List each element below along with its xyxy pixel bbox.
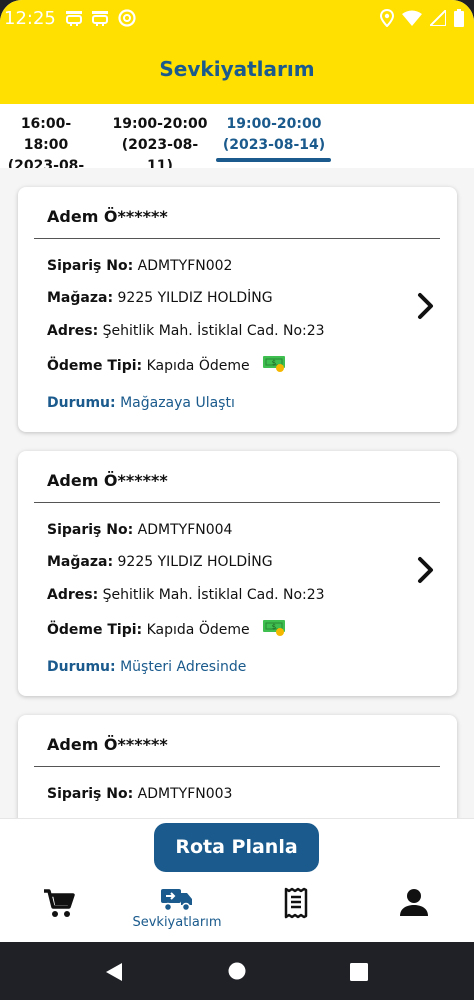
- tab-time: 16:00-18:00: [20, 116, 72, 153]
- receipt-icon: [284, 887, 308, 919]
- recent-apps-icon[interactable]: [350, 963, 368, 981]
- cart-icon: [44, 889, 75, 917]
- signal-icon: [430, 10, 446, 26]
- payment-label: Ödeme Tipi:: [47, 622, 143, 638]
- nav-item-shipments-active[interactable]: Sevkiyatlarım: [118, 887, 236, 930]
- tab-time: 19:00-20:00: [112, 116, 208, 132]
- shipment-list[interactable]: Adem Ö****** Sipariş No: ADMTYFN002 Mağa…: [0, 168, 474, 818]
- status-icons: [380, 9, 464, 27]
- nav-label: Sevkiyatlarım: [132, 915, 222, 930]
- svg-text:$: $: [272, 359, 276, 367]
- store-row: Mağaza: 9225 YILDIZ HOLDİNG: [47, 290, 273, 306]
- address-value: Şehitlik Mah. İstiklal Cad. No:23: [102, 587, 325, 603]
- route-plan-button[interactable]: Rota Planla: [154, 823, 319, 872]
- cash-icon: $: [263, 356, 286, 372]
- store-value: 9225 YILDIZ HOLDİNG: [117, 290, 273, 306]
- location-icon: [380, 9, 394, 27]
- payment-label: Ödeme Tipi:: [47, 358, 143, 374]
- customer-name: Adem Ö******: [47, 735, 168, 754]
- order-no-row: Sipariş No: ADMTYFN002: [47, 258, 232, 274]
- payment-value: Kapıda Ödeme: [146, 358, 250, 374]
- shipment-card[interactable]: Adem Ö****** Sipariş No: ADMTYFN002 Mağa…: [18, 187, 457, 432]
- address-value: Şehitlik Mah. İstiklal Cad. No:23: [102, 323, 325, 339]
- status-label: Durumu:: [47, 395, 116, 411]
- at-sign-icon: [118, 9, 136, 27]
- system-nav-bar: [0, 942, 474, 1000]
- status-value: Müşteri Adresinde: [120, 659, 247, 675]
- payment-row: Ödeme Tipi: Kapıda Ödeme $: [47, 355, 288, 374]
- notification-icon: [92, 11, 108, 26]
- status-row: Durumu: Mağazaya Ulaştı: [47, 395, 235, 411]
- nav-item-profile[interactable]: [355, 887, 473, 917]
- store-label: Mağaza:: [47, 290, 114, 306]
- payment-row: Ödeme Tipi: Kapıda Ödeme $: [47, 619, 288, 638]
- customer-name: Adem Ö******: [47, 207, 168, 226]
- cash-icon: $: [263, 620, 286, 636]
- status-label: Durumu:: [47, 659, 116, 675]
- order-no-value: ADMTYFN004: [137, 522, 233, 538]
- payment-value: Kapıda Ödeme: [146, 622, 250, 638]
- bottom-nav: Sevkiyatlarım: [0, 881, 474, 943]
- app-screen: 12:25 Sevkiyatlarım 16:00-18:00 (2023-08…: [0, 0, 474, 1000]
- status-bar: 12:25: [0, 0, 474, 38]
- store-value: 9225 YILDIZ HOLDİNG: [117, 554, 273, 570]
- battery-icon: [454, 9, 464, 27]
- card-divider: [34, 502, 440, 503]
- date-tabs: 16:00-18:00 (2023-08-18) 19:00-20:00 (20…: [0, 104, 474, 195]
- card-divider: [34, 238, 440, 239]
- status-value: Mağazaya Ulaştı: [120, 395, 235, 411]
- chevron-right-icon[interactable]: [415, 291, 437, 321]
- delivery-truck-icon: [161, 889, 192, 912]
- app-header: 12:25 Sevkiyatlarım: [0, 0, 474, 104]
- shipment-card[interactable]: Adem Ö****** Sipariş No: ADMTYFN004 Mağa…: [18, 451, 457, 696]
- active-tab-indicator: [216, 158, 331, 162]
- svg-text:$: $: [272, 623, 276, 631]
- order-no-row: Sipariş No: ADMTYFN004: [47, 522, 232, 538]
- bottom-panel: Rota Planla Sevkiyatlarım: [0, 818, 474, 942]
- address-row: Adres: Şehitlik Mah. İstiklal Cad. No:23: [47, 323, 325, 339]
- address-row: Adres: Şehitlik Mah. İstiklal Cad. No:23: [47, 587, 325, 603]
- page-title: Sevkiyatlarım: [159, 57, 315, 81]
- chevron-right-icon[interactable]: [415, 555, 437, 585]
- order-no-label: Sipariş No:: [47, 522, 134, 538]
- order-no-label: Sipariş No:: [47, 786, 134, 802]
- tab-date: (2023-08-14): [222, 137, 326, 153]
- store-label: Mağaza:: [47, 554, 114, 570]
- card-divider: [34, 766, 440, 767]
- address-label: Adres:: [47, 587, 99, 603]
- home-icon[interactable]: [228, 962, 246, 980]
- customer-name: Adem Ö******: [47, 471, 168, 490]
- notification-icon: [66, 11, 82, 26]
- tab-time: 19:00-20:00: [226, 116, 322, 132]
- tab-date-3-active[interactable]: 19:00-20:00 (2023-08-14): [222, 114, 326, 156]
- order-no-value: ADMTYFN003: [137, 786, 233, 802]
- store-row: Mağaza: 9225 YILDIZ HOLDİNG: [47, 554, 273, 570]
- back-icon[interactable]: [105, 962, 123, 982]
- person-icon: [400, 889, 428, 916]
- nav-item-cart[interactable]: [0, 887, 118, 919]
- wifi-icon: [402, 10, 422, 26]
- nav-item-receipts[interactable]: [237, 887, 355, 919]
- order-no-label: Sipariş No:: [47, 258, 134, 274]
- address-label: Adres:: [47, 323, 99, 339]
- shipment-card[interactable]: Adem Ö****** Sipariş No: ADMTYFN003: [18, 715, 457, 818]
- status-row: Durumu: Müşteri Adresinde: [47, 659, 246, 675]
- order-no-value: ADMTYFN002: [137, 258, 233, 274]
- order-no-row: Sipariş No: ADMTYFN003: [47, 786, 232, 802]
- status-time: 12:25: [4, 8, 56, 29]
